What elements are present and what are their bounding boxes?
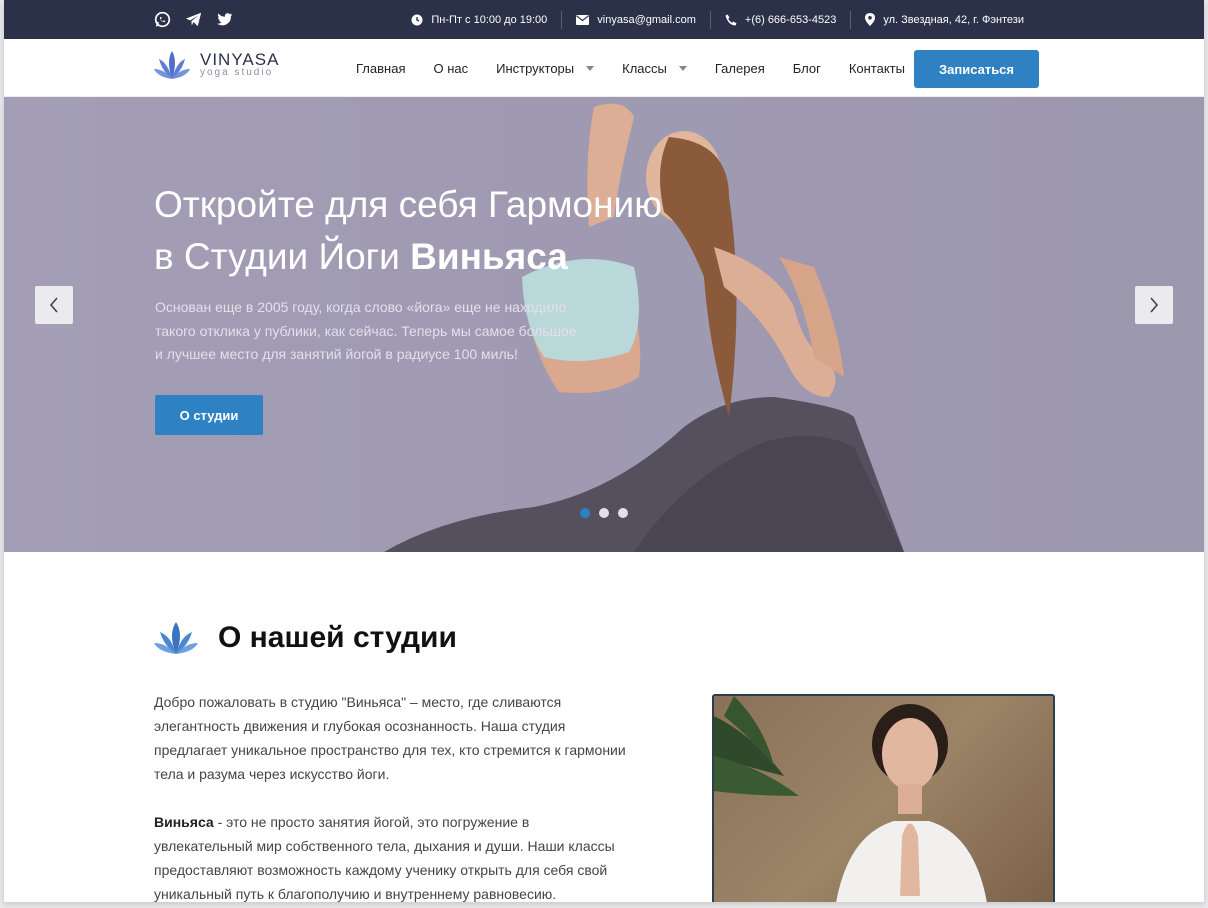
whatsapp-icon[interactable]: [154, 11, 171, 28]
nav-label: Инструкторы: [496, 60, 575, 76]
address-text: ул. Звездная, 42, г. Фэнтези: [883, 13, 1024, 26]
telegram-icon[interactable]: [185, 11, 202, 28]
hero-title-line2: в Студии Йоги: [154, 236, 411, 277]
nav-label: Блог: [792, 60, 821, 76]
site-header: VINYASA yoga studio Главная О нас Инстру…: [4, 39, 1204, 97]
contact-info: Пн-Пт с 10:00 до 19:00 vinyasa@gmail.com…: [397, 0, 1038, 39]
about-heading: О нашей студии: [154, 620, 457, 656]
hero-title: Откройте для себя Гармонию в Студии Йоги…: [154, 179, 714, 283]
chevron-down-icon: [586, 65, 595, 71]
about-paragraph-2: Виньяса - это не просто занятия йогой, э…: [154, 810, 629, 902]
logo-subtitle: yoga studio: [200, 67, 274, 78]
hero-title-line1: Откройте для себя Гармонию: [154, 184, 662, 225]
hero-title-bold: Виньяса: [410, 236, 568, 277]
slider-next-button[interactable]: [1135, 286, 1173, 324]
nav-item-home[interactable]: Главная: [356, 61, 405, 76]
chevron-right-icon: [1150, 297, 1159, 313]
nav-item-blog[interactable]: Блог: [793, 61, 821, 76]
clock-icon: [411, 14, 423, 25]
lotus-icon: [154, 622, 198, 654]
hero-description: Основан еще в 2005 году, когда слово «йо…: [155, 299, 577, 362]
phone-icon: [725, 14, 737, 25]
twitter-icon[interactable]: [216, 11, 233, 28]
about-paragraph-1: Добро пожаловать в студию "Виньяса" – ме…: [154, 694, 626, 782]
social-links: [154, 11, 233, 28]
logo-name: VINYASA: [200, 50, 280, 69]
nav-label: О нас: [433, 60, 469, 76]
slider-dot-2[interactable]: [599, 508, 609, 518]
nav-label: Контакты: [848, 60, 905, 76]
address-item: ул. Звездная, 42, г. Фэнтези: [851, 13, 1038, 26]
hours-item: Пн-Пт с 10:00 до 19:00: [397, 14, 561, 26]
slider-dot-3[interactable]: [618, 508, 628, 518]
about-paragraph-2-rest: - это не просто занятия йогой, это погру…: [154, 814, 615, 902]
email-text[interactable]: vinyasa@gmail.com: [597, 14, 696, 26]
nav-label: Галерея: [714, 60, 765, 76]
page: Пн-Пт с 10:00 до 19:00 vinyasa@gmail.com…: [4, 0, 1204, 902]
nav-item-gallery[interactable]: Галерея: [715, 61, 765, 76]
nav-label: Главная: [356, 60, 406, 76]
chevron-left-icon: [49, 297, 58, 313]
map-pin-icon: [865, 13, 876, 26]
main-nav: Главная О нас Инструкторы Классы Галерея…: [356, 39, 933, 97]
meditation-image: [714, 696, 987, 902]
about-title: О нашей студии: [218, 621, 457, 654]
hours-text: Пн-Пт с 10:00 до 19:00: [431, 13, 548, 26]
phone-item[interactable]: +(6) 666-653-4523: [711, 14, 850, 26]
phone-text[interactable]: +(6) 666-653-4523: [745, 14, 836, 26]
nav-label: Классы: [622, 60, 667, 76]
nav-item-about[interactable]: О нас: [433, 61, 468, 76]
slider-dot-1[interactable]: [580, 508, 590, 518]
nav-item-classes[interactable]: Классы: [622, 61, 687, 76]
hero-slider: Откройте для себя Гармонию в Студии Йоги…: [4, 97, 1204, 552]
lotus-logo-icon: [154, 51, 190, 79]
about-studio-image: [712, 694, 1055, 902]
about-studio-button[interactable]: О студии: [155, 395, 263, 435]
nav-item-instructors[interactable]: Инструкторы: [496, 60, 595, 76]
chevron-down-icon: [678, 65, 687, 71]
slider-dots: [580, 508, 628, 518]
envelope-icon: [576, 14, 590, 25]
nav-item-contacts[interactable]: Контакты: [849, 61, 905, 76]
slider-prev-button[interactable]: [35, 286, 73, 324]
email-item[interactable]: vinyasa@gmail.com: [562, 14, 710, 26]
top-bar: Пн-Пт с 10:00 до 19:00 vinyasa@gmail.com…: [4, 0, 1204, 39]
about-text: Добро пожаловать в студию "Виньяса" – ме…: [154, 690, 629, 902]
logo-text: VINYASA yoga studio: [200, 50, 280, 78]
about-paragraph-2-bold: Виньяса: [154, 814, 214, 830]
signup-button[interactable]: Записаться: [914, 50, 1039, 88]
logo[interactable]: VINYASA yoga studio: [154, 49, 279, 81]
